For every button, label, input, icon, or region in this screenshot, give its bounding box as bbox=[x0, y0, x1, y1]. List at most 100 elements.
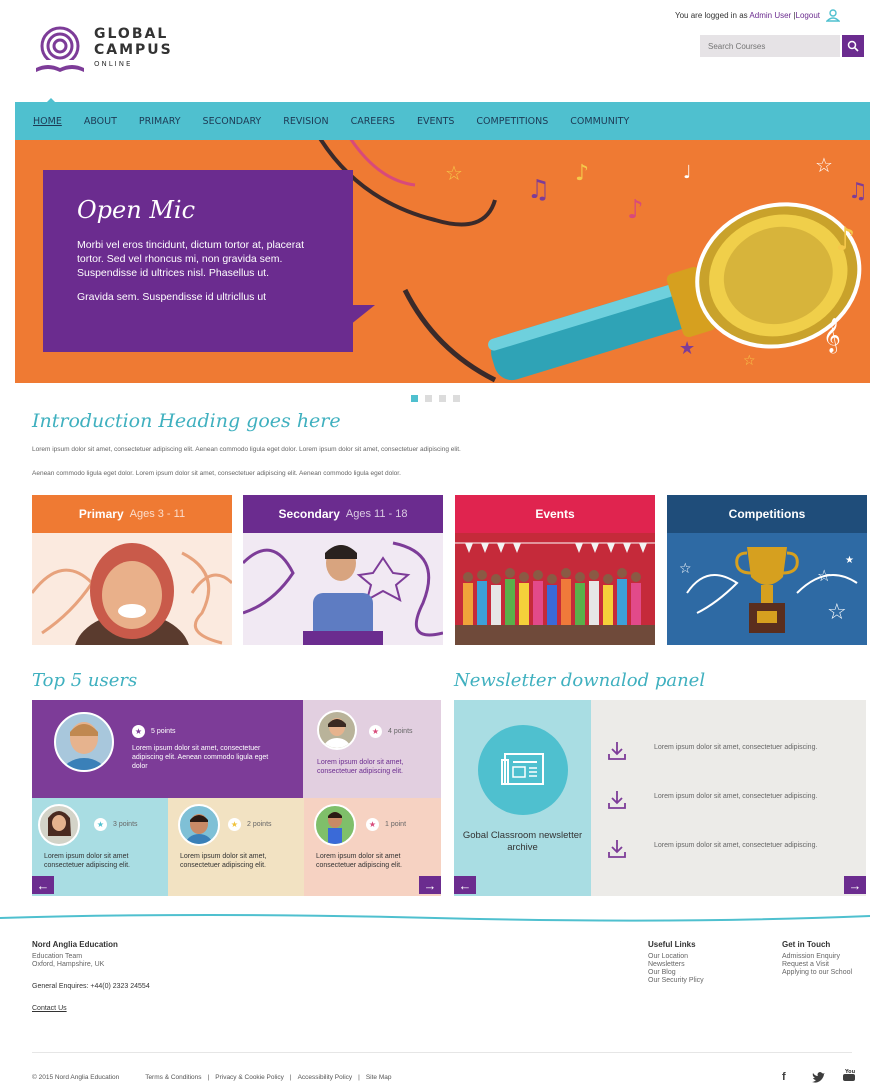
card-secondary[interactable]: Secondary Ages 11 - 18 bbox=[243, 495, 443, 645]
footer-address: Education Team bbox=[32, 953, 83, 960]
points-label: 4 points bbox=[388, 728, 413, 735]
newsletter-archive[interactable]: Gobal Classroom newsletter archive bbox=[454, 700, 591, 896]
user-photo-icon bbox=[185, 814, 213, 844]
legal-link[interactable]: Privacy & Cookie Policy bbox=[215, 1074, 284, 1081]
newsletter-item-text: Lorem ipsum dolor sit amet, consectetuer… bbox=[654, 793, 818, 800]
nav-primary[interactable]: PRIMARY bbox=[139, 116, 181, 127]
prev-button[interactable]: ← bbox=[454, 876, 476, 894]
user-points: ★ 2 points bbox=[228, 818, 272, 831]
user-points: ★ 4 points bbox=[369, 725, 413, 738]
card-title: Primary bbox=[78, 507, 124, 521]
nav-competitions[interactable]: COMPETITIONS bbox=[476, 116, 548, 127]
card-image: ☆ ☆ ☆ ★ bbox=[667, 533, 867, 645]
slider-dots bbox=[411, 395, 460, 402]
svg-text:♫: ♫ bbox=[848, 179, 868, 204]
svg-text:☆: ☆ bbox=[815, 153, 833, 177]
user-points: ★ 3 points bbox=[94, 818, 138, 831]
user-icon[interactable] bbox=[826, 8, 840, 22]
twitter-icon[interactable] bbox=[812, 1071, 826, 1083]
newsletter-item-text: Lorem ipsum dolor sit amet, consectetuer… bbox=[654, 744, 818, 751]
next-button[interactable]: → bbox=[419, 876, 441, 894]
card-events[interactable]: Events bbox=[455, 495, 655, 645]
hero-banner[interactable]: ♫ ♪ ♪ ♩ ♪ 𝄞 ♫ ☆ ☆ ★ ☆ Open Mic Morbi vel… bbox=[15, 140, 870, 383]
user-photo-icon bbox=[323, 718, 351, 748]
nav-community[interactable]: COMMUNITY bbox=[570, 116, 629, 127]
slider-dot[interactable] bbox=[453, 395, 460, 402]
footer-link[interactable]: Request a Visit bbox=[782, 961, 852, 969]
svg-text:☆: ☆ bbox=[679, 561, 692, 577]
user-link[interactable]: Admin User bbox=[749, 11, 791, 20]
contact-link[interactable]: Contact Us bbox=[32, 1005, 150, 1013]
youtube-icon[interactable]: You bbox=[842, 1068, 856, 1082]
logo-line3: ONLINE bbox=[94, 60, 133, 68]
newsletter-item[interactable]: Lorem ipsum dolor sit amet, consectetuer… bbox=[606, 740, 846, 768]
search-input[interactable] bbox=[700, 35, 840, 57]
newsletter-item[interactable]: Lorem ipsum dolor sit amet, consectetuer… bbox=[606, 838, 846, 866]
avatar bbox=[38, 804, 80, 846]
newsletter-circle bbox=[478, 725, 568, 815]
nav-careers[interactable]: CAREERS bbox=[351, 116, 395, 127]
facebook-icon[interactable]: f bbox=[782, 1071, 786, 1083]
nav-home[interactable]: HOME bbox=[33, 116, 62, 127]
legal-link[interactable]: Terms & Conditions bbox=[145, 1074, 201, 1081]
card-primary[interactable]: Primary Ages 3 - 11 bbox=[32, 495, 232, 645]
footer-get-in-touch: Get in Touch Admission Enquiry Request a… bbox=[782, 940, 852, 977]
search-icon bbox=[847, 40, 859, 52]
avatar bbox=[317, 710, 357, 750]
prev-button[interactable]: ← bbox=[32, 876, 54, 894]
site-logo[interactable]: GLOBAL CAMPUS ONLINE bbox=[32, 22, 192, 78]
footer-link[interactable]: Our Location bbox=[648, 953, 704, 961]
top-user-card[interactable]: ★ 5 points Lorem ipsum dolor sit amet, c… bbox=[32, 700, 303, 798]
card-image bbox=[32, 533, 232, 645]
nav-events[interactable]: EVENTS bbox=[417, 116, 454, 127]
footer-link[interactable]: Our Security Plicy bbox=[648, 977, 704, 985]
search-button[interactable] bbox=[842, 35, 864, 57]
user-description: Lorem ipsum dolor sit amet, consectetuer… bbox=[180, 853, 267, 869]
svg-text:☆: ☆ bbox=[817, 566, 831, 585]
user-description: Lorem ipsum dolor sit amet consectetuer … bbox=[44, 853, 130, 869]
avatar bbox=[54, 712, 114, 772]
svg-text:♫: ♫ bbox=[527, 175, 550, 205]
slider-dot[interactable] bbox=[439, 395, 446, 402]
nav-revision[interactable]: REVISION bbox=[283, 116, 328, 127]
newsletter-item[interactable]: Lorem ipsum dolor sit amet, consectetuer… bbox=[606, 789, 846, 817]
download-icon bbox=[608, 791, 626, 809]
newsletter-caption: Gobal Classroom newsletter archive bbox=[462, 830, 583, 853]
slider-dot[interactable] bbox=[411, 395, 418, 402]
login-status: You are logged in as Admin User |Logout bbox=[674, 11, 820, 20]
footer-link[interactable]: Applying to our School bbox=[782, 969, 852, 977]
svg-text:☆: ☆ bbox=[827, 600, 847, 625]
legal-link[interactable]: Site Map bbox=[366, 1074, 392, 1081]
next-button[interactable]: → bbox=[844, 876, 866, 894]
card-header: Secondary Ages 11 - 18 bbox=[243, 495, 443, 533]
star-icon: ★ bbox=[369, 725, 382, 738]
svg-text:𝄞: 𝄞 bbox=[823, 318, 841, 354]
speech-tail bbox=[350, 305, 375, 325]
user-description: Lorem ipsum dolor sit amet, consectetuer… bbox=[132, 745, 269, 770]
user-photo-icon bbox=[62, 722, 106, 770]
nav-about[interactable]: ABOUT bbox=[84, 116, 117, 127]
top-user-card[interactable]: ★ 4 points Lorem ipsum dolor sit amet, c… bbox=[303, 700, 441, 798]
arrow-right-icon: → bbox=[848, 877, 862, 893]
user-points: ★ 5 points bbox=[132, 725, 176, 738]
user-photo-icon bbox=[328, 812, 342, 844]
card-title: Secondary bbox=[278, 507, 340, 521]
footer-link[interactable]: Admission Enquiry bbox=[782, 953, 852, 961]
separator: | bbox=[289, 1074, 292, 1081]
top-user-card[interactable]: ★ 2 points Lorem ipsum dolor sit amet, c… bbox=[168, 798, 304, 896]
legal-link[interactable]: Accessibility Policy bbox=[298, 1074, 353, 1081]
children-group-photo-illustration bbox=[455, 542, 655, 645]
newsletter-heading: Newsletter downalod panel bbox=[454, 670, 706, 691]
card-image bbox=[243, 533, 443, 645]
nav-secondary[interactable]: SECONDARY bbox=[203, 116, 262, 127]
separator: | bbox=[207, 1074, 210, 1081]
card-title: Events bbox=[535, 507, 575, 521]
logout-link[interactable]: Logout bbox=[796, 11, 820, 20]
card-competitions[interactable]: Competitions ☆ ☆ ☆ ★ bbox=[667, 495, 867, 645]
slider-dot[interactable] bbox=[425, 395, 432, 402]
card-image bbox=[455, 533, 655, 645]
intro-paragraph: Lorem ipsum dolor sit amet, consectetuer… bbox=[32, 446, 461, 453]
footer-link[interactable]: Our Blog bbox=[648, 969, 704, 977]
footer-link[interactable]: Newsletters bbox=[648, 961, 704, 969]
trophy-illustration: ☆ ☆ ☆ ★ bbox=[679, 547, 858, 633]
